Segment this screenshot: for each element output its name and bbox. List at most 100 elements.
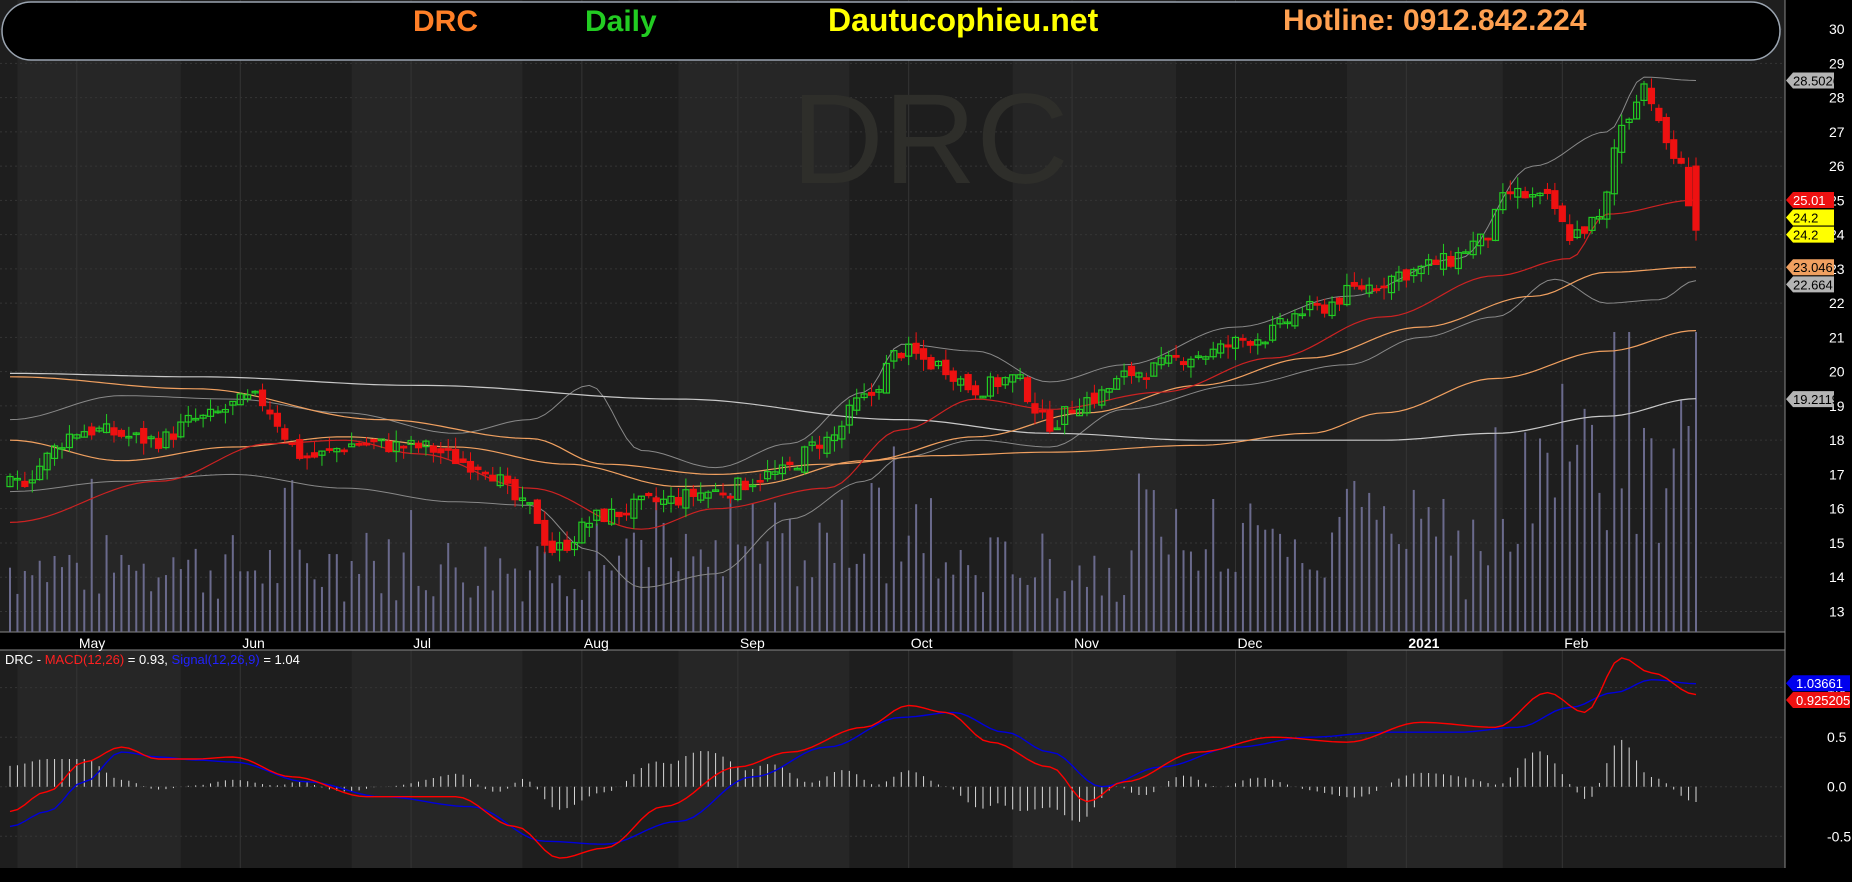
volume-bar bbox=[959, 549, 962, 632]
volume-bar bbox=[1271, 528, 1274, 632]
candle-down bbox=[1358, 285, 1366, 290]
month-label: Sep bbox=[740, 635, 765, 651]
macd-tick-label: 0.0 bbox=[1827, 779, 1847, 795]
candle-down bbox=[169, 433, 178, 440]
volume-bar bbox=[952, 574, 955, 632]
volume-bar bbox=[967, 565, 970, 632]
volume-bar bbox=[974, 575, 977, 632]
volume-bar bbox=[900, 561, 903, 632]
volume-bar bbox=[1680, 400, 1683, 632]
volume-bar bbox=[744, 546, 747, 632]
volume-bar bbox=[1189, 551, 1192, 632]
candle-down bbox=[1432, 259, 1440, 266]
volume-bar bbox=[625, 538, 628, 632]
candle-down bbox=[897, 352, 905, 359]
candle-down bbox=[674, 496, 683, 506]
volume-bar bbox=[670, 557, 673, 632]
volume-bar bbox=[68, 554, 71, 632]
volume-bar bbox=[499, 558, 502, 632]
candle-down bbox=[1373, 288, 1381, 292]
date-axis-strip bbox=[0, 632, 1785, 650]
candle-down bbox=[615, 511, 623, 518]
volume-bar bbox=[1123, 595, 1126, 632]
volume-bar bbox=[1249, 503, 1252, 632]
volume-bar bbox=[328, 553, 331, 632]
volume-bar bbox=[216, 598, 219, 632]
price-tick-label: 13 bbox=[1829, 603, 1845, 619]
volume-bar bbox=[848, 567, 851, 632]
volume-bar bbox=[907, 535, 910, 632]
macd-legend-macd: MACD(12,26) bbox=[45, 652, 124, 667]
volume-bar bbox=[788, 519, 791, 632]
volume-bar bbox=[1657, 542, 1660, 632]
candle-down bbox=[1566, 224, 1574, 242]
volume-bar bbox=[1605, 530, 1608, 632]
volume-bar bbox=[692, 556, 695, 632]
volume-bar bbox=[484, 546, 487, 632]
volume-bar bbox=[610, 570, 613, 632]
volume-bar bbox=[1427, 507, 1430, 632]
volume-bar bbox=[358, 573, 361, 632]
volume-bar bbox=[157, 577, 160, 632]
volume-bar bbox=[1011, 574, 1014, 632]
volume-bar bbox=[543, 551, 546, 632]
volume-bar bbox=[1524, 432, 1527, 632]
candle-down bbox=[548, 540, 556, 553]
candle-down bbox=[1038, 409, 1046, 413]
volume-bar bbox=[1360, 506, 1363, 632]
volume-bar bbox=[1100, 595, 1103, 632]
candle-down bbox=[140, 427, 148, 444]
volume-bar bbox=[135, 570, 138, 632]
volume-bar bbox=[365, 532, 368, 632]
price-tag-label: 25.01 bbox=[1793, 193, 1826, 208]
candle-down bbox=[533, 499, 541, 524]
volume-bar bbox=[16, 593, 19, 632]
candle-down bbox=[563, 539, 571, 551]
volume-bar bbox=[1576, 444, 1579, 632]
candle-down bbox=[474, 466, 482, 471]
candle-down bbox=[340, 449, 348, 453]
candle-down bbox=[281, 428, 289, 440]
volume-bar bbox=[1553, 497, 1556, 632]
volume-bar bbox=[1494, 427, 1497, 632]
candle-down bbox=[1558, 205, 1566, 223]
candle-down bbox=[645, 492, 653, 497]
candle-down bbox=[719, 492, 727, 496]
candle-down bbox=[310, 452, 319, 458]
volume-bar bbox=[9, 567, 11, 632]
volume-bar bbox=[23, 570, 26, 632]
candle-down bbox=[1551, 190, 1559, 209]
volume-bar bbox=[1635, 533, 1638, 632]
volume-bar bbox=[1048, 559, 1051, 632]
month-label: Aug bbox=[584, 635, 609, 651]
volume-bar bbox=[1152, 490, 1155, 632]
macd-legend-signal-value: = 1.04 bbox=[260, 652, 300, 667]
volume-bar bbox=[1212, 499, 1215, 632]
volume-bar bbox=[1331, 532, 1334, 632]
candle-down bbox=[385, 440, 393, 453]
candle-down bbox=[154, 437, 163, 449]
volume-bar bbox=[1412, 489, 1415, 632]
price-tick-label: 21 bbox=[1829, 329, 1845, 345]
month-label: Nov bbox=[1074, 635, 1099, 651]
candle-down bbox=[726, 495, 735, 499]
volume-bar bbox=[684, 533, 687, 632]
price-tick-label: 22 bbox=[1829, 295, 1845, 311]
candle-down bbox=[1402, 269, 1410, 281]
stock-chart-canvas: DRC DRC Daily Dautucophieu.net Hotline: … bbox=[0, 0, 1852, 882]
volume-bar bbox=[1561, 383, 1564, 632]
candle-down bbox=[1023, 377, 1032, 403]
volume-bar bbox=[1695, 332, 1697, 632]
candle-down bbox=[1670, 139, 1678, 159]
candle-down bbox=[1521, 191, 1529, 199]
volume-bar bbox=[818, 522, 821, 632]
volume-bar bbox=[142, 563, 145, 632]
candle-down bbox=[355, 443, 363, 446]
volume-bar bbox=[454, 567, 457, 632]
price-tick-label: 15 bbox=[1829, 535, 1845, 551]
candle-down bbox=[1647, 87, 1656, 105]
candle-down bbox=[1246, 341, 1254, 346]
candle-down bbox=[325, 448, 333, 451]
volume-bar bbox=[60, 567, 63, 632]
volume-bar bbox=[83, 589, 86, 632]
